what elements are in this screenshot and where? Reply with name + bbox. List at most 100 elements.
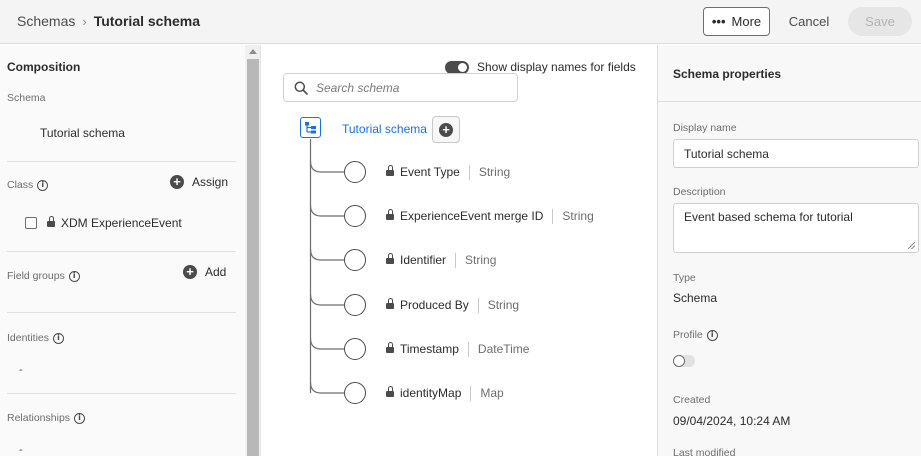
relationships-value: - <box>19 444 23 456</box>
add-field-group-button[interactable]: + Add <box>183 265 226 279</box>
display-name-label: Display name <box>673 122 737 134</box>
field-type: String <box>478 165 511 179</box>
lock-icon <box>386 341 394 354</box>
more-button-label: More <box>731 14 762 29</box>
field-separator <box>552 208 554 224</box>
info-icon[interactable]: i <box>53 332 65 344</box>
lock-icon <box>386 385 394 398</box>
add-circle-icon: + <box>439 122 453 137</box>
class-checkbox[interactable] <box>25 217 37 229</box>
field-name: Identifier <box>400 253 447 267</box>
description-text: Event based schema for tutorial <box>684 210 853 224</box>
type-value: Schema <box>673 291 718 305</box>
field-node-circle[interactable] <box>344 205 366 227</box>
field-separator <box>467 341 469 357</box>
identities-section-label: Identities i <box>7 332 65 344</box>
field-type: String <box>465 253 497 267</box>
created-label: Created <box>673 394 711 406</box>
composition-title: Composition <box>7 60 81 74</box>
field-separator <box>470 385 472 401</box>
class-item-label: XDM ExperienceEvent <box>61 216 182 230</box>
class-item-xdm-experienceevent[interactable]: XDM ExperienceEvent <box>25 215 182 230</box>
profile-toggle[interactable] <box>673 355 695 367</box>
more-button[interactable]: ••• More <box>703 7 770 36</box>
add-label: Add <box>205 265 227 279</box>
divider <box>7 161 236 162</box>
field-node-circle[interactable] <box>344 338 366 360</box>
field-row[interactable]: ExperienceEvent merge ID String <box>344 204 594 228</box>
breadcrumb-separator: › <box>82 13 87 29</box>
description-label: Description <box>673 186 726 198</box>
properties-header: Schema properties <box>658 45 921 102</box>
profile-label: Profile i <box>673 329 718 341</box>
breadcrumb: Schemas › Tutorial schema <box>17 13 200 29</box>
assign-label: Assign <box>192 175 229 189</box>
cancel-button[interactable]: Cancel <box>782 7 836 36</box>
identities-value: - <box>19 364 23 376</box>
schema-root-label[interactable]: Tutorial schema <box>342 122 427 136</box>
field-separator <box>477 297 479 313</box>
schema-name-link[interactable]: Tutorial schema <box>40 126 125 140</box>
field-row[interactable]: Timestamp DateTime <box>344 337 529 361</box>
lock-icon <box>386 297 394 310</box>
field-name: Event Type <box>400 165 460 179</box>
last-modified-label: Last modified <box>673 447 736 456</box>
schema-tree-icon <box>305 122 316 134</box>
add-field-button[interactable]: + <box>432 116 460 143</box>
left-panel-scrollbar[interactable] <box>245 45 261 456</box>
app-header: Schemas › Tutorial schema ••• More Cance… <box>0 0 921 44</box>
display-name-field[interactable] <box>673 139 919 168</box>
lock-icon <box>47 215 55 228</box>
field-row[interactable]: Produced By String <box>344 293 519 317</box>
field-separator <box>468 164 470 180</box>
scrollbar-thumb[interactable] <box>247 59 259 456</box>
created-value: 09/04/2024, 10:24 AM <box>673 414 791 428</box>
field-name: ExperienceEvent merge ID <box>400 209 544 223</box>
field-row[interactable]: Event Type String <box>344 160 510 184</box>
lock-icon <box>386 208 394 221</box>
ellipsis-icon: ••• <box>711 14 726 29</box>
field-type: Map <box>480 386 504 400</box>
info-icon[interactable]: i <box>68 270 80 282</box>
add-circle-icon: + <box>170 175 184 189</box>
schema-section-label: Schema <box>7 92 46 104</box>
resize-handle-icon[interactable] <box>908 242 915 249</box>
assign-class-button[interactable]: + Assign <box>170 175 228 189</box>
add-circle-icon: + <box>183 265 197 279</box>
field-type: DateTime <box>477 342 530 356</box>
save-button[interactable]: Save <box>848 7 912 36</box>
relationships-section-label: Relationships i <box>7 412 86 424</box>
divider <box>7 393 236 394</box>
page-title: Tutorial schema <box>93 13 201 29</box>
info-icon[interactable]: i <box>74 412 86 424</box>
breadcrumb-schemas-link[interactable]: Schemas <box>17 13 75 29</box>
info-icon[interactable]: i <box>706 329 718 341</box>
description-field[interactable]: Event based schema for tutorial <box>673 203 919 253</box>
field-node-circle[interactable] <box>344 294 366 316</box>
field-type: String <box>562 209 594 223</box>
divider <box>7 312 236 313</box>
field-groups-section-label: Field groups i <box>7 270 80 282</box>
field-node-circle[interactable] <box>344 161 366 183</box>
type-label: Type <box>673 272 696 284</box>
class-section-label: Class i <box>7 179 49 191</box>
field-row[interactable]: Identifier String <box>344 248 496 272</box>
schema-root-node[interactable] <box>300 117 321 138</box>
lock-icon <box>386 252 394 265</box>
scroll-up-arrow-icon[interactable] <box>249 49 257 54</box>
properties-title: Schema properties <box>673 67 782 81</box>
field-name: Produced By <box>400 298 469 312</box>
schema-properties-panel: Schema properties Display name Descripti… <box>657 45 921 456</box>
info-icon[interactable]: i <box>37 179 49 191</box>
field-node-circle[interactable] <box>344 249 366 271</box>
field-name: Timestamp <box>400 342 459 356</box>
field-type: String <box>487 298 520 312</box>
field-node-circle[interactable] <box>344 382 366 404</box>
field-separator <box>455 252 457 268</box>
divider <box>7 251 236 252</box>
lock-icon <box>386 164 394 177</box>
schema-canvas: Show display names for fields Tutorial s… <box>262 45 657 456</box>
field-row[interactable]: identityMap Map <box>344 381 504 405</box>
composition-panel: Composition Schema Tutorial schema Class… <box>0 45 245 456</box>
field-name: identityMap <box>400 386 462 400</box>
